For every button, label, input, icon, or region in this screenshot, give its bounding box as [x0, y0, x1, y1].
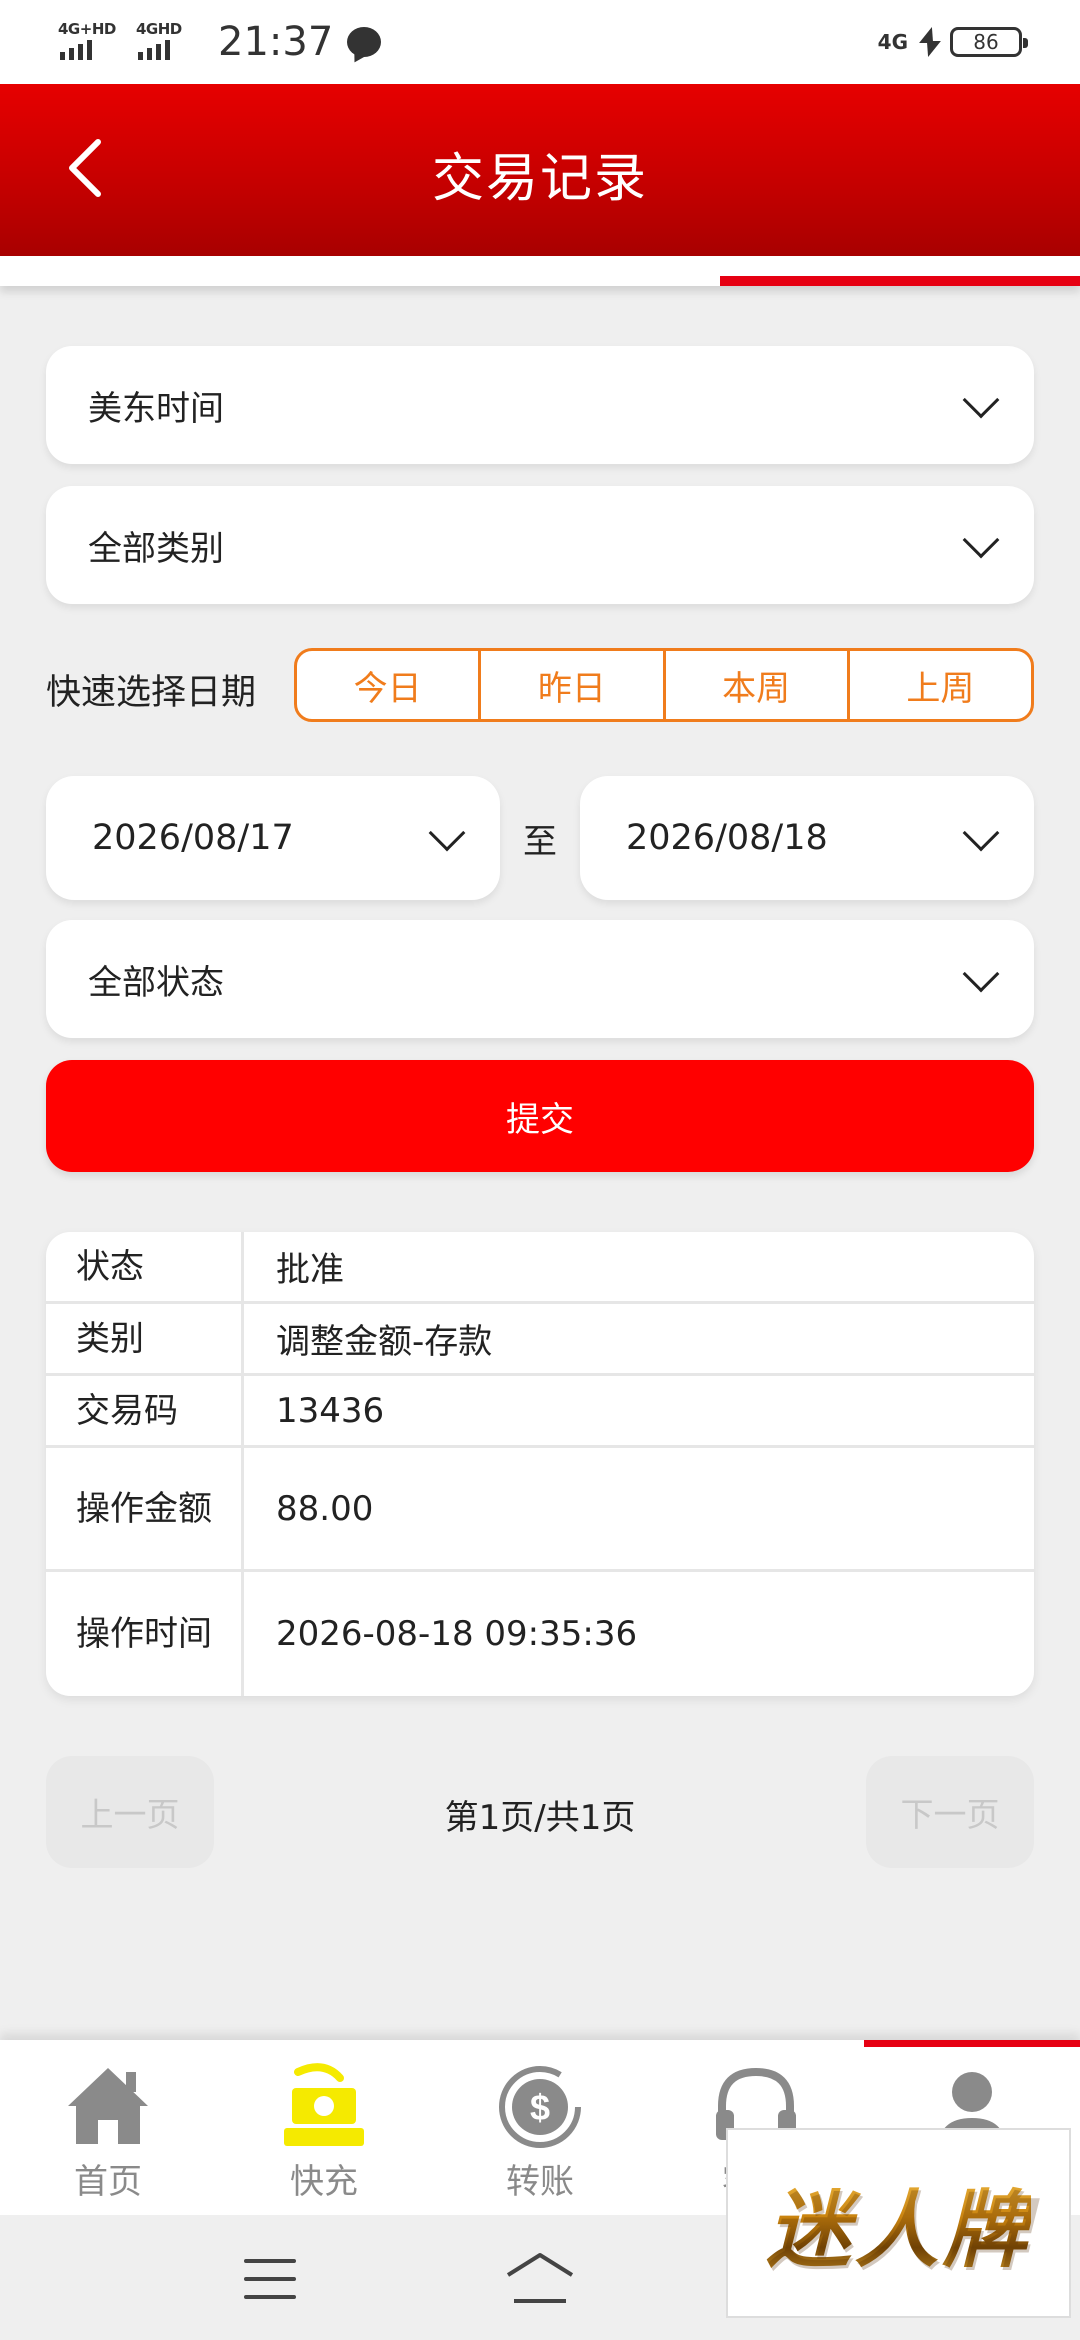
- tab-transfer[interactable]: $ 转账: [432, 2040, 648, 2215]
- home-icon: [68, 2068, 148, 2144]
- date-from-value: 2026/08/17: [92, 818, 294, 858]
- tab-label: 快充: [290, 2162, 358, 2202]
- tab-home[interactable]: 首页: [0, 2040, 216, 2215]
- row-value: 2026-08-18 09:35:36: [276, 1614, 638, 1654]
- quick-today-button[interactable]: 今日: [297, 651, 478, 719]
- message-icon: [347, 27, 382, 57]
- status-value: 全部状态: [88, 962, 224, 1003]
- status-bar: 4G+HD 4GHD 21:37 4G 86: [0, 0, 1080, 84]
- next-page-button[interactable]: 下一页: [866, 1756, 1034, 1868]
- signal-icon-2: 4GHD: [136, 20, 200, 64]
- svg-text:$: $: [530, 2087, 550, 2128]
- category-select[interactable]: 全部类别: [46, 486, 1034, 604]
- transfer-icon: $: [499, 2066, 581, 2148]
- watermark-logo: 迷人牌: [726, 2128, 1071, 2318]
- timezone-select[interactable]: 美东时间: [46, 346, 1034, 464]
- row-value: 调整金额-存款: [276, 1322, 493, 1362]
- network-type-right: 4G: [877, 30, 908, 54]
- network-type-1: 4G+HD: [58, 20, 116, 38]
- network-type-2: 4GHD: [136, 20, 182, 38]
- row-label: 状态: [46, 1232, 244, 1301]
- table-row: 状态 批准: [46, 1232, 1034, 1304]
- watermark-text: 迷人牌: [766, 2163, 1030, 2284]
- page-title: 交易记录: [431, 149, 648, 209]
- quick-date-label: 快速选择日期: [46, 673, 257, 713]
- row-label: 操作时间: [46, 1572, 244, 1696]
- table-row: 交易码 13436: [46, 1376, 1034, 1448]
- cash-icon: [284, 2063, 364, 2146]
- row-label: 交易码: [46, 1376, 244, 1445]
- table-row: 操作金额 88.00: [46, 1448, 1034, 1572]
- quick-date-group: 今日 昨日 本周 上周: [294, 648, 1034, 722]
- date-separator: 至: [523, 821, 557, 862]
- battery-icon: 86: [950, 27, 1028, 57]
- chevron-down-icon: [962, 814, 1000, 852]
- chevron-down-icon: [962, 381, 1000, 419]
- tab-label: 首页: [74, 2162, 142, 2202]
- date-from-picker[interactable]: 2026/08/17: [46, 776, 500, 900]
- row-label: 操作金额: [46, 1448, 244, 1569]
- tab-label: 转账: [506, 2162, 574, 2202]
- date-to-value: 2026/08/18: [626, 818, 828, 858]
- timezone-value: 美东时间: [88, 388, 224, 429]
- header-accent-bar: [720, 276, 1080, 286]
- chevron-down-icon: [428, 814, 466, 852]
- row-value: 批准: [276, 1250, 344, 1290]
- status-time: 21:37: [218, 19, 334, 65]
- table-row: 操作时间 2026-08-18 09:35:36: [46, 1572, 1034, 1696]
- row-value: 88.00: [276, 1488, 374, 1529]
- chevron-down-icon: [962, 521, 1000, 559]
- charging-icon: [920, 27, 938, 57]
- transaction-record: 状态 批准 类别 调整金额-存款 交易码 13436 操作金额 88.00 操作…: [46, 1232, 1034, 1696]
- date-to-picker[interactable]: 2026/08/18: [580, 776, 1034, 900]
- quick-yesterday-button[interactable]: 昨日: [478, 651, 662, 719]
- category-value: 全部类别: [88, 528, 224, 569]
- tab-recharge[interactable]: 快充: [216, 2040, 432, 2215]
- menu-icon[interactable]: [244, 2259, 296, 2299]
- quick-last-week-button[interactable]: 上周: [846, 651, 1031, 719]
- home-nav-icon[interactable]: [504, 2251, 576, 2307]
- submit-button[interactable]: 提交: [46, 1060, 1034, 1172]
- row-label: 类别: [46, 1304, 244, 1373]
- header-underline: [0, 256, 1080, 286]
- status-select[interactable]: 全部状态: [46, 920, 1034, 1038]
- quick-this-week-button[interactable]: 本周: [662, 651, 847, 719]
- signal-icon: 4G+HD: [58, 20, 122, 64]
- battery-level: 86: [973, 30, 999, 54]
- app-header: 交易记录: [0, 84, 1080, 256]
- chevron-down-icon: [962, 955, 1000, 993]
- row-value: 13436: [276, 1390, 385, 1431]
- table-row: 类别 调整金额-存款: [46, 1304, 1034, 1376]
